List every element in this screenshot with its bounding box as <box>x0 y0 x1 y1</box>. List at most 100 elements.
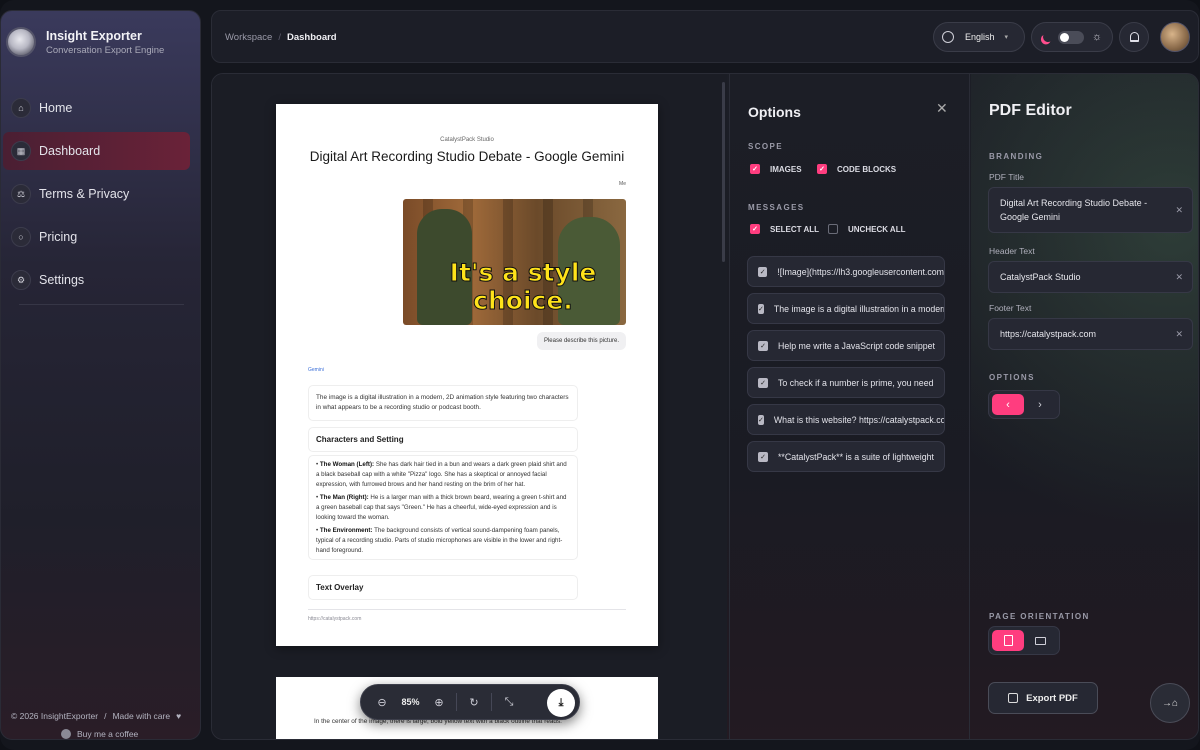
heart-icon: ♥ <box>176 711 182 721</box>
landscape-button[interactable] <box>1024 630 1056 651</box>
portrait-icon <box>1003 635 1013 646</box>
scope-images-checkbox[interactable]: ✓ IMAGES <box>750 164 802 174</box>
collapse-icon[interactable]: ⤡ <box>498 691 520 713</box>
breadcrumb: Workspace / Dashboard <box>225 32 337 43</box>
footer-text-field[interactable]: https://catalystpack.com ✕ <box>988 318 1193 350</box>
chevron-right-icon[interactable]: › <box>1024 394 1056 415</box>
branding-label: BRANDING <box>989 152 1044 161</box>
response-intro-box: The image is a digital illustration in a… <box>308 385 578 421</box>
header-text-field[interactable]: CatalystPack Studio ✕ <box>988 261 1193 293</box>
uncheck-all-checkbox[interactable]: UNCHECK ALL <box>828 224 905 234</box>
message-item[interactable]: ✓ ![Image](https://lh3.googleusercontent.… <box>747 256 945 287</box>
message-item[interactable]: ✓ The image is a digital illustration in … <box>747 293 945 324</box>
pdf-title-field[interactable]: Digital Art Recording Studio Debate - Go… <box>988 187 1193 233</box>
globe-icon <box>942 31 954 43</box>
scrollbar[interactable] <box>722 82 725 262</box>
clear-icon[interactable]: ✕ <box>1175 327 1183 341</box>
export-pdf-button[interactable]: Export PDF <box>988 682 1098 714</box>
scope-code-blocks-checkbox[interactable]: ✓ CODE BLOCKS <box>817 164 896 174</box>
zoom-out-icon[interactable]: ⊖ <box>371 691 393 713</box>
buy-coffee-label: Buy me a coffee <box>77 729 139 739</box>
portrait-button[interactable] <box>992 630 1024 651</box>
circle-icon: ○ <box>11 227 31 247</box>
made-with-care-text: Made with care <box>112 711 171 721</box>
coffee-icon <box>61 729 71 739</box>
footer-text-label: Footer Text <box>989 303 1032 313</box>
bullet-item: • The Man (Right): He is a larger man wi… <box>316 494 567 521</box>
chevron-down-icon: ▾ <box>1004 34 1009 41</box>
page-orientation-label: PAGE ORIENTATION <box>989 612 1090 621</box>
reset-icon[interactable]: ↻ <box>463 691 485 713</box>
logout-home-icon: →⌂ <box>1161 697 1179 709</box>
pdf-editor-panel: PDF Editor BRANDING PDF Title Digital Ar… <box>971 74 1198 739</box>
checkbox-checked-icon: ✓ <box>758 451 768 462</box>
toggle-switch[interactable] <box>1058 31 1084 44</box>
pdf-preview: CatalystPack Studio Digital Art Recordin… <box>212 74 727 739</box>
message-item[interactable]: ✓ To check if a number is prime, you need <box>747 367 945 398</box>
page-header-text: CatalystPack Studio <box>440 137 494 143</box>
section-heading: Text Overlay <box>316 583 364 592</box>
app-title: Insight Exporter <box>46 28 142 43</box>
toggle-knob <box>1060 33 1069 42</box>
message-item[interactable]: ✓ Help me write a JavaScript code snippet <box>747 330 945 361</box>
language-value: English <box>965 32 995 42</box>
theme-toggle[interactable]: ☼ <box>1031 22 1113 52</box>
conversation-image: It's a style choice. <box>403 199 626 325</box>
sun-icon: ☼ <box>1092 31 1103 43</box>
close-icon[interactable]: ✕ <box>936 100 948 117</box>
options-label: OPTIONS <box>989 373 1035 382</box>
bell-icon <box>1129 32 1139 42</box>
pdf-title-label: PDF Title <box>989 172 1024 182</box>
field-value: CatalystPack Studio <box>1000 272 1081 282</box>
clear-icon[interactable]: ✕ <box>1175 270 1183 284</box>
export-icon <box>1008 693 1019 703</box>
app-subtitle: Conversation Export Engine <box>46 44 165 56</box>
section-heading-box: Text Overlay <box>308 575 578 600</box>
avatar[interactable] <box>1160 22 1190 52</box>
sidebar-item-label: Pricing <box>39 230 78 244</box>
sidebar-item-label: Dashboard <box>39 144 101 158</box>
home-button[interactable]: →⌂ <box>1150 683 1190 723</box>
sidebar: Insight Exporter Conversation Export Eng… <box>0 10 201 740</box>
clear-icon[interactable]: ✕ <box>1175 203 1183 217</box>
download-icon[interactable]: ⤓ <box>547 689 575 717</box>
breadcrumb-separator: / <box>278 32 281 43</box>
field-value: https://catalystpack.com <box>1000 329 1097 339</box>
header-text-label: Header Text <box>989 246 1035 256</box>
landscape-icon <box>1034 636 1046 645</box>
sidebar-item-dashboard[interactable]: ▦ Dashboard <box>3 132 190 170</box>
message-item[interactable]: ✓ What is this website? https://catalystp… <box>747 404 945 435</box>
footer-divider <box>308 609 626 610</box>
grid-icon: ▦ <box>11 141 31 161</box>
checkbox-checked-icon: ✓ <box>758 340 768 351</box>
checkbox-label: IMAGES <box>770 164 802 174</box>
sidebar-item-pricing[interactable]: ○ Pricing <box>3 218 190 256</box>
language-select[interactable]: English ▾ <box>933 22 1025 52</box>
zoom-in-icon[interactable]: ⊕ <box>428 691 450 713</box>
select-all-checkbox[interactable]: ✓ SELECT ALL <box>750 224 819 234</box>
sidebar-item-label: Settings <box>39 273 85 287</box>
notifications-button[interactable] <box>1119 22 1149 52</box>
brand[interactable]: Insight Exporter Conversation Export Eng… <box>6 27 164 57</box>
logo-icon <box>6 27 36 57</box>
breadcrumb-root[interactable]: Workspace <box>225 32 272 43</box>
separator: / <box>104 711 107 721</box>
sidebar-item-terms[interactable]: ⚖ Terms & Privacy <box>3 175 190 213</box>
checkbox-checked-icon: ✓ <box>758 303 764 314</box>
checkbox-checked-icon: ✓ <box>758 414 764 425</box>
options-title: Options <box>748 104 801 120</box>
section-heading-box: Characters and Setting <box>308 427 578 452</box>
user-label: Me <box>619 181 626 187</box>
chevron-left-icon[interactable]: ‹ <box>992 394 1024 415</box>
options-pager: ‹ › <box>988 390 1060 419</box>
options-panel: Options ✕ SCOPE ✓ IMAGES ✓ CODE BLOCKS MES… <box>729 74 970 739</box>
divider <box>19 304 184 305</box>
page-footer-text: https://catalystpack.com <box>308 616 362 622</box>
sidebar-item-home[interactable]: ⌂ Home <box>3 89 190 127</box>
checkbox-checked-icon: ✓ <box>758 266 768 277</box>
export-label: Export PDF <box>1026 692 1078 704</box>
message-item[interactable]: ✓ **CatalystPack** is a suite of lightwei… <box>747 441 945 472</box>
app-window: Insight Exporter Conversation Export Eng… <box>0 0 1200 750</box>
buy-coffee-link[interactable]: Buy me a coffee <box>61 729 181 739</box>
sidebar-item-settings[interactable]: ⚙ Settings <box>3 261 190 299</box>
